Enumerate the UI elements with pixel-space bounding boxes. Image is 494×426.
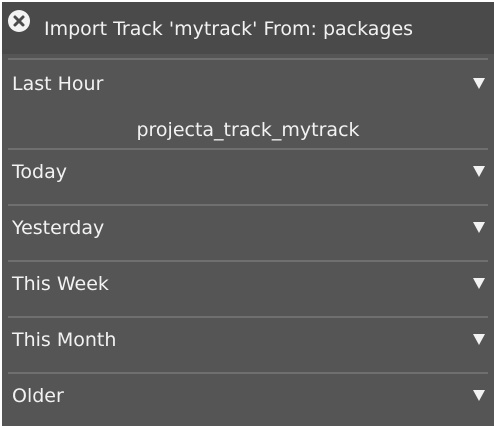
triangle-down-icon[interactable] (472, 276, 486, 290)
section-label: Today (12, 161, 67, 183)
section-label: This Month (12, 329, 117, 351)
dialog-title: Import Track 'mytrack' From: packages (44, 18, 414, 40)
section-divider (8, 316, 488, 318)
section-yesterday[interactable]: Yesterday (2, 204, 494, 260)
title-bar: Import Track 'mytrack' From: packages (2, 2, 494, 54)
section-this-month[interactable]: This Month (2, 316, 494, 372)
triangle-down-icon[interactable] (472, 76, 486, 90)
section-divider (8, 372, 488, 374)
section-divider (8, 204, 488, 206)
triangle-down-icon[interactable] (472, 220, 486, 234)
section-today[interactable]: Today (2, 148, 494, 204)
close-icon[interactable] (8, 10, 30, 32)
section-label: Last Hour (12, 73, 104, 95)
section-divider (8, 148, 488, 150)
section-divider (8, 58, 488, 60)
section-older[interactable]: Older (2, 372, 494, 426)
section-divider (8, 260, 488, 262)
triangle-down-icon[interactable] (472, 388, 486, 402)
section-label: This Week (12, 273, 109, 295)
triangle-down-icon[interactable] (472, 332, 486, 346)
triangle-down-icon[interactable] (472, 164, 486, 178)
import-track-dialog: Import Track 'mytrack' From: packages La… (2, 2, 494, 426)
section-last-hour[interactable]: Last Hour projecta_track_mytrack (2, 58, 494, 148)
section-label: Yesterday (12, 217, 105, 239)
track-item[interactable]: projecta_track_mytrack (2, 118, 494, 142)
section-this-week[interactable]: This Week (2, 260, 494, 316)
section-label: Older (12, 385, 64, 407)
